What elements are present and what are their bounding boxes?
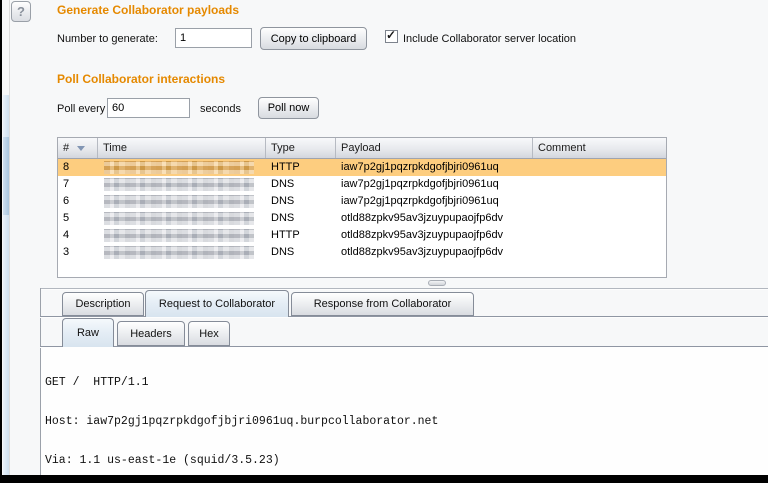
pane-splitter-handle[interactable] [428, 280, 446, 286]
cell-time-redacted[interactable] [98, 176, 266, 193]
cell-payload[interactable]: iaw7p2gj1pqzrpkdgofjbjri0961uq [336, 193, 533, 210]
cell-comment[interactable] [533, 159, 666, 176]
table-row[interactable]: 8 HTTP iaw7p2gj1pqzrpkdgofjbjri0961uq [58, 159, 666, 176]
poll-interval-input[interactable] [107, 98, 190, 118]
cell-type[interactable]: DNS [266, 244, 336, 261]
include-server-location-checkbox[interactable]: ✓ [385, 28, 398, 43]
cell-number[interactable]: 7 [58, 176, 98, 193]
table-row[interactable]: 7 DNS iaw7p2gj1pqzrpkdgofjbjri0961uq [58, 176, 666, 193]
pixelated-redaction [104, 212, 254, 225]
cell-payload[interactable]: otld88zpkv95av3jzuypupaojfp6dv [336, 244, 533, 261]
request-line: Via: 1.1 us-east-1e (squid/3.5.23) [45, 454, 280, 467]
cell-payload[interactable]: iaw7p2gj1pqzrpkdgofjbjri0961uq [336, 176, 533, 193]
pixelated-redaction [104, 229, 254, 242]
pixelated-redaction [104, 246, 254, 259]
column-header-number-label: # [63, 142, 70, 154]
cell-type[interactable]: DNS [266, 210, 336, 227]
cell-comment[interactable] [533, 227, 666, 244]
cell-time-redacted[interactable] [98, 244, 266, 261]
request-line: GET / HTTP/1.1 [45, 376, 149, 389]
tab-description[interactable]: Description [62, 292, 144, 316]
seconds-label: seconds [200, 103, 241, 115]
cell-type[interactable]: DNS [266, 176, 336, 193]
cell-time-redacted[interactable] [98, 159, 266, 176]
request-editor[interactable]: GET / HTTP/1.1 Host: iaw7p2gj1pqzrpkdgof… [41, 347, 768, 475]
pixelated-redaction [104, 195, 254, 208]
poll-section-title: Poll Collaborator interactions [57, 72, 226, 86]
poll-now-button[interactable]: Poll now [258, 97, 319, 119]
request-line: Host: iaw7p2gj1pqzrpkdgofjbjri0961uq.bur… [45, 415, 439, 428]
cell-number[interactable]: 6 [58, 193, 98, 210]
table-row[interactable]: 5 DNS otld88zpkv95av3jzuypupaojfp6dv [58, 210, 666, 227]
cell-type[interactable]: DNS [266, 193, 336, 210]
copy-to-clipboard-button[interactable]: Copy to clipboard [260, 27, 367, 50]
cell-comment[interactable] [533, 176, 666, 193]
tab-request-to-collaborator[interactable]: Request to Collaborator [145, 290, 289, 317]
pixelated-redaction [104, 161, 254, 174]
cell-number[interactable]: 3 [58, 244, 98, 261]
table-row[interactable]: 3 DNS otld88zpkv95av3jzuypupaojfp6dv [58, 244, 666, 261]
table-row[interactable]: 4 HTTP otld88zpkv95av3jzuypupaojfp6dv [58, 227, 666, 244]
cell-number[interactable]: 5 [58, 210, 98, 227]
cell-payload[interactable]: otld88zpkv95av3jzuypupaojfp6dv [336, 227, 533, 244]
tab-headers[interactable]: Headers [117, 321, 185, 346]
window-bottom-edge [0, 475, 768, 483]
pixelated-redaction [104, 178, 254, 191]
tab-raw[interactable]: Raw [62, 318, 114, 347]
cell-comment[interactable] [533, 244, 666, 261]
column-header-time[interactable]: Time [98, 138, 266, 158]
table-row[interactable]: 6 DNS iaw7p2gj1pqzrpkdgofjbjri0961uq [58, 193, 666, 210]
cell-type[interactable]: HTTP [266, 227, 336, 244]
cell-time-redacted[interactable] [98, 210, 266, 227]
poll-every-label: Poll every [57, 103, 106, 115]
cell-number[interactable]: 4 [58, 227, 98, 244]
panel-left-divider [9, 0, 10, 475]
include-server-location-label: Include Collaborator server location [403, 33, 577, 45]
tab-hex[interactable]: Hex [188, 321, 230, 346]
generate-section-title: Generate Collaborator payloads [57, 3, 240, 17]
cell-number[interactable]: 8 [58, 159, 98, 176]
column-header-payload[interactable]: Payload [336, 138, 533, 158]
number-to-generate-input[interactable] [175, 28, 252, 48]
splitter-bottom-line [40, 288, 768, 290]
cell-comment[interactable] [533, 193, 666, 210]
interactions-table-header: # Time Type Payload Comment [58, 138, 666, 159]
cell-payload[interactable]: otld88zpkv95av3jzuypupaojfp6dv [336, 210, 533, 227]
column-header-comment[interactable]: Comment [533, 138, 666, 158]
number-to-generate-label: Number to generate: [57, 33, 158, 45]
column-header-number[interactable]: # [58, 138, 98, 158]
cell-comment[interactable] [533, 210, 666, 227]
left-scrollbar-thumb[interactable] [3, 137, 9, 215]
cell-payload[interactable]: iaw7p2gj1pqzrpkdgofjbjri0961uq [336, 159, 533, 176]
window-left-edge [0, 0, 2, 483]
cell-time-redacted[interactable] [98, 193, 266, 210]
collaborator-client-panel: ? Generate Collaborator payloads Number … [0, 0, 768, 483]
tab-response-from-collaborator[interactable]: Response from Collaborator [291, 292, 474, 316]
checkbox-check-icon: ✓ [386, 28, 397, 42]
interactions-table: # Time Type Payload Comment 8 HTTP iaw7p… [57, 137, 667, 278]
column-header-type[interactable]: Type [266, 138, 336, 158]
cell-type[interactable]: HTTP [266, 159, 336, 176]
help-button[interactable]: ? [11, 1, 31, 22]
sort-descending-icon [77, 145, 86, 151]
cell-time-redacted[interactable] [98, 227, 266, 244]
